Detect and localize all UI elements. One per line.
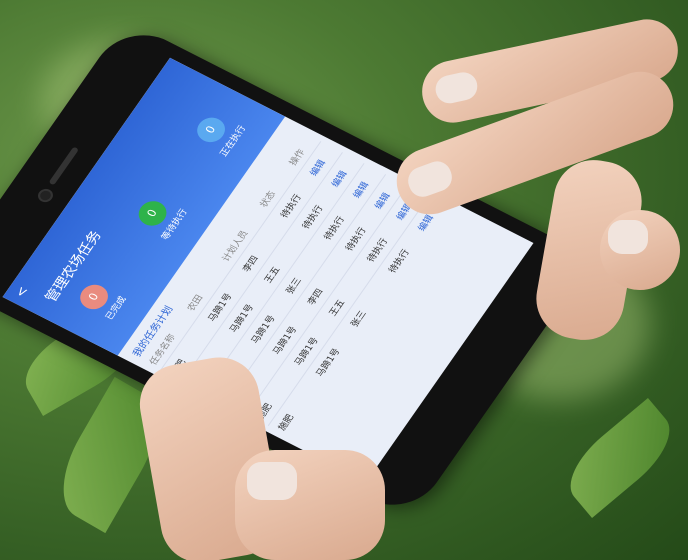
back-button[interactable]: < <box>12 284 32 300</box>
front-camera-icon <box>35 186 56 205</box>
fingernail <box>247 462 297 500</box>
stat-waiting[interactable]: 0 等待执行 <box>118 175 203 260</box>
fingernail <box>608 220 648 254</box>
fingernail <box>433 69 480 106</box>
thumb <box>235 450 385 560</box>
fingernail <box>404 157 456 201</box>
tea-leaf <box>556 397 684 519</box>
earpiece-speaker <box>48 146 80 186</box>
stat-running[interactable]: 0 正在执行 <box>176 91 261 176</box>
photo-scene: < 管理农场任务 0 已完成 0 等待执行 0 正在执行 我的任务计划 任务名称… <box>0 0 688 560</box>
finger <box>600 210 680 290</box>
